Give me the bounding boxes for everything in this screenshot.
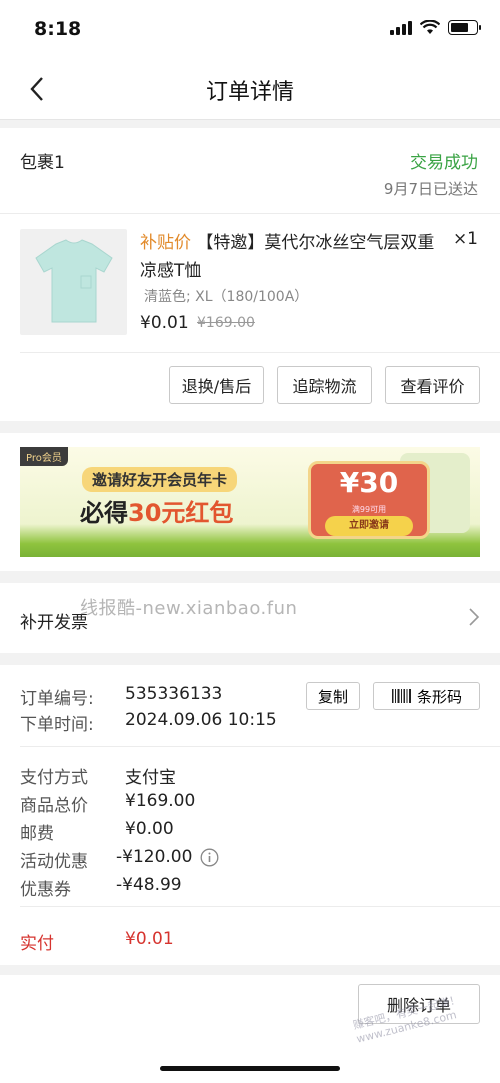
promo-value: -¥120.00 <box>116 847 193 867</box>
watermark-text: 线报酷-new.xianbao.fun <box>80 598 298 619</box>
status-icons <box>390 20 481 35</box>
barcode-button[interactable]: 条形码 <box>373 682 480 710</box>
order-info-card: 订单编号: 535336133 下单时间: 2024.09.06 10:15 复… <box>0 665 500 965</box>
promo-banner[interactable]: Pro会员 邀请好友开会员年卡 必得30元红包 ¥30 满99可用 立即邀请 <box>20 447 480 557</box>
order-number-label: 订单编号: <box>20 689 94 709</box>
order-time-value: 2024.09.06 10:15 <box>125 710 277 730</box>
product-spec: 清蓝色; XL（180/100A） <box>144 289 309 305</box>
status-time: 8:18 <box>34 18 82 40</box>
divider <box>20 352 500 353</box>
coupon-condition: 满99可用 <box>351 505 387 514</box>
product-image[interactable] <box>20 229 127 335</box>
divider <box>20 746 500 747</box>
chevron-right-icon <box>469 608 480 626</box>
product-price: ¥0.01 <box>140 313 189 333</box>
delivery-date: 9月7日已送达 <box>383 180 478 198</box>
invite-button[interactable]: 立即邀请 <box>325 516 413 536</box>
home-indicator[interactable] <box>160 1066 340 1071</box>
page-title: 订单详情 <box>205 80 294 105</box>
divider <box>20 906 500 907</box>
invoice-label: 补开发票 <box>20 613 88 633</box>
return-button[interactable]: 退换/售后 <box>169 366 264 404</box>
product-title[interactable]: 补贴价 【特邀】莫代尔冰丝空气层双重凉感T恤 <box>140 229 440 285</box>
coupon-value: -¥48.99 <box>116 875 182 895</box>
tshirt-icon <box>34 239 113 323</box>
paid-value: ¥0.01 <box>125 929 174 949</box>
review-button[interactable]: 查看评价 <box>385 366 480 404</box>
coupon-label: 优惠券 <box>20 880 71 900</box>
battery-icon <box>448 20 481 35</box>
product-quantity: ×1 <box>452 229 478 249</box>
status-bar: 8:18 <box>0 0 500 58</box>
shipping-label: 邮费 <box>20 824 54 844</box>
info-icon[interactable] <box>200 848 219 867</box>
banner-headline: 邀请好友开会员年卡 <box>82 467 238 492</box>
product-original-price: ¥169.00 <box>197 315 255 331</box>
order-status: 交易成功 <box>410 153 478 173</box>
shipping-value: ¥0.00 <box>125 819 174 839</box>
payment-value: 支付宝 <box>125 768 176 788</box>
order-time-label: 下单时间: <box>20 715 94 735</box>
nav-bar: 订单详情 <box>0 58 500 120</box>
copy-button[interactable]: 复制 <box>306 682 360 710</box>
order-number-value: 535336133 <box>125 684 223 704</box>
subtotal-value: ¥169.00 <box>125 791 196 811</box>
signal-icon <box>390 20 412 35</box>
coupon-graphic: ¥30 满99可用 立即邀请 <box>308 461 430 539</box>
divider <box>0 213 500 214</box>
subsidy-tag: 补贴价 <box>140 233 191 253</box>
barcode-icon <box>391 689 411 703</box>
paid-label: 实付 <box>20 934 54 954</box>
barcode-label: 条形码 <box>416 688 462 706</box>
payment-label: 支付方式 <box>20 768 88 788</box>
wifi-icon <box>420 20 440 34</box>
subtotal-label: 商品总价 <box>20 796 88 816</box>
banner-subheadline: 必得30元红包 <box>80 499 234 527</box>
package-label: 包裹1 <box>20 153 65 173</box>
promo-banner-card: Pro会员 邀请好友开会员年卡 必得30元红包 ¥30 满99可用 立即邀请 <box>0 433 500 571</box>
package-card: 包裹1 交易成功 9月7日已送达 补贴价 【特邀】莫代尔冰丝空气层双重凉感T恤 … <box>0 128 500 421</box>
coupon-amount: ¥30 <box>339 466 399 499</box>
pro-member-badge: Pro会员 <box>20 447 68 466</box>
track-button[interactable]: 追踪物流 <box>277 366 372 404</box>
promo-label: 活动优惠 <box>20 852 88 872</box>
